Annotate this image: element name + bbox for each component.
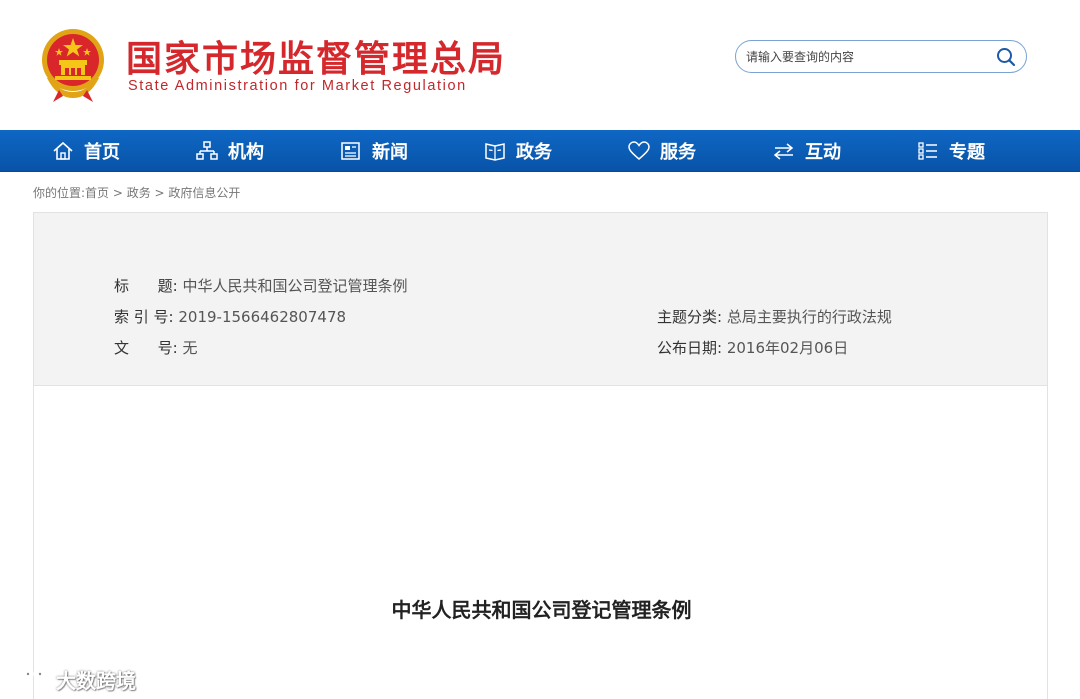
info-docno-row: 文 号: 无 (114, 337, 197, 358)
document-content: 中华人民共和国公司登记管理条例 (33, 386, 1048, 699)
info-index-label: 索 引 号: (114, 308, 174, 326)
info-docno-value: 无 (182, 339, 198, 357)
list-icon (918, 142, 937, 160)
watermark-text: 大数跨境 (56, 668, 136, 693)
info-date-value: 2016年02月06日 (726, 339, 849, 357)
nav-label: 服务 (660, 142, 696, 163)
nav-item-topics[interactable]: 专题 (917, 130, 985, 172)
nav-label: 专题 (949, 142, 985, 163)
info-date-row: 公布日期: 2016年02月06日 (657, 337, 848, 358)
watermark: 大数跨境 (8, 664, 136, 694)
nav-label: 新闻 (372, 142, 408, 163)
national-emblem-icon[interactable] (37, 26, 109, 102)
info-category-value: 总局主要执行的行政法规 (726, 308, 892, 326)
site-title-en: State Administration for Market Regulati… (128, 78, 467, 94)
heart-icon (628, 141, 650, 160)
search-input[interactable] (746, 47, 986, 67)
document-title: 中华人民共和国公司登记管理条例 (391, 598, 692, 622)
info-category-label: 主题分类: (657, 308, 723, 326)
nav-item-interaction[interactable]: 互动 (773, 130, 841, 172)
org-chart-icon (196, 141, 218, 160)
info-docno-label: 文 号: (114, 339, 178, 357)
document-info-panel: 标 题: 中华人民共和国公司登记管理条例 索 引 号: 2019-1566462… (33, 212, 1048, 386)
newspaper-icon (341, 142, 360, 160)
breadcrumb[interactable]: 你的位置:首页 > 政务 > 政府信息公开 (33, 184, 240, 201)
info-date-label: 公布日期: (657, 339, 723, 357)
nav-item-service[interactable]: 服务 (628, 130, 696, 172)
nav-label: 政务 (516, 142, 552, 163)
search-icon[interactable] (996, 47, 1016, 67)
site-title-cn[interactable]: 国家市场监督管理总局 (126, 30, 506, 82)
nav-item-government[interactable]: 政务 (484, 130, 552, 172)
main-nav: 首页 机构 新闻 政务 服务 互动 专题 (0, 130, 1080, 172)
nav-label: 机构 (228, 142, 264, 163)
nav-item-home[interactable]: 首页 (52, 130, 120, 172)
nav-item-org[interactable]: 机构 (196, 130, 264, 172)
site-header: 国家市场监督管理总局 State Administration for Mark… (0, 0, 1080, 130)
document-icon (485, 143, 505, 161)
info-title-value: 中华人民共和国公司登记管理条例 (182, 277, 408, 295)
info-index-value: 2019-1566462807478 (178, 308, 347, 326)
info-title-row: 标 题: 中华人民共和国公司登记管理条例 (114, 275, 407, 296)
nav-label: 互动 (805, 142, 841, 163)
search-box (735, 40, 1027, 73)
nav-item-news[interactable]: 新闻 (340, 130, 408, 172)
watermark-logo-icon (10, 668, 46, 691)
home-icon (53, 141, 73, 160)
info-category-row: 主题分类: 总局主要执行的行政法规 (657, 306, 892, 327)
info-index-row: 索 引 号: 2019-1566462807478 (114, 306, 346, 327)
info-title-label: 标 题: (114, 277, 178, 295)
nav-label: 首页 (84, 142, 120, 163)
exchange-icon (773, 143, 794, 160)
